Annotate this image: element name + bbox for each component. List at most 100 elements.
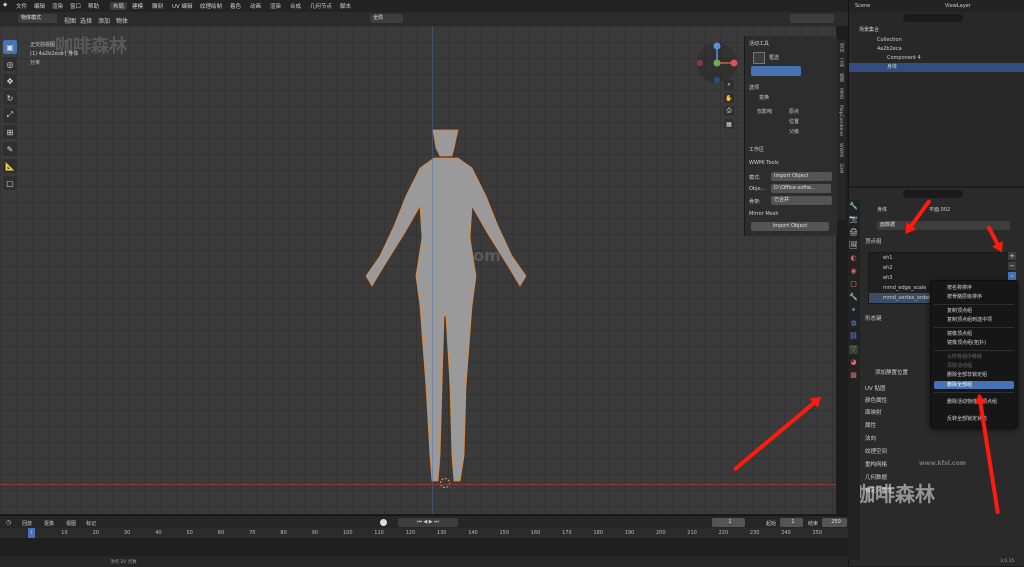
menu-view[interactable]: 视图 bbox=[64, 16, 76, 25]
material-tab-icon[interactable]: ◕ bbox=[849, 358, 858, 367]
menu-keying[interactable]: 抠像 bbox=[44, 520, 54, 527]
tab-tool[interactable]: 工具 bbox=[838, 58, 844, 67]
import-object-button[interactable]: Import Object bbox=[751, 222, 829, 231]
output-tab-icon[interactable]: 🖨 bbox=[849, 228, 858, 237]
menu-item-copy-to-selected[interactable]: 复制顶点组到选中项 bbox=[934, 316, 1014, 324]
add-group-icon[interactable]: + bbox=[1008, 252, 1016, 260]
tab-scripting[interactable]: 脚本 bbox=[340, 2, 351, 10]
folder-icon[interactable] bbox=[823, 184, 831, 193]
menu-item-delete-all[interactable]: 删除全部组 bbox=[934, 381, 1014, 389]
grid-icon[interactable]: ▦ bbox=[724, 119, 734, 129]
tab-uv[interactable]: UV 编辑 bbox=[172, 2, 193, 10]
view-layer-selector[interactable]: ViewLayer bbox=[945, 3, 971, 9]
menu-item-mirror[interactable]: 镜像顶点组 bbox=[934, 330, 1014, 338]
menu-window[interactable]: 窗口 bbox=[70, 2, 81, 10]
menu-help[interactable]: 帮助 bbox=[88, 2, 99, 10]
vertex-groups-header[interactable]: 顶点组 bbox=[865, 237, 882, 245]
tab-mmd[interactable]: MMD bbox=[838, 88, 843, 99]
start-frame-field[interactable]: 1 bbox=[780, 518, 803, 527]
tab-rendering[interactable]: 渲染 bbox=[270, 2, 281, 10]
tab-mapcombiner[interactable]: MapCombiner bbox=[838, 105, 843, 136]
select-box-tool-icon[interactable]: ▣ bbox=[3, 40, 17, 54]
scene-tab-icon[interactable]: ◐ bbox=[849, 254, 858, 263]
modifier-tab-icon[interactable]: 🔧 bbox=[849, 293, 858, 302]
origins-checkbox[interactable]: 原点 bbox=[789, 108, 799, 115]
menu-item-delete-unlocked[interactable]: 删除全部非锁定组 bbox=[934, 371, 1014, 379]
particles-tab-icon[interactable]: ✦ bbox=[849, 306, 858, 315]
timeline-track-area[interactable] bbox=[0, 538, 848, 556]
object-path-field[interactable]: D:\Office-softw... bbox=[771, 184, 824, 193]
physics-tab-icon[interactable]: ◍ bbox=[849, 319, 858, 328]
section-uv-maps[interactable]: UV 贴图 bbox=[865, 384, 886, 392]
timeline-ruler[interactable]: 1 10 20 30 40 50 60 70 80 90 100 110 120 130 140 150 160… bbox=[0, 528, 848, 538]
menu-item-sort-name[interactable]: 按名称排序 bbox=[934, 284, 1014, 292]
tab-geometry-nodes[interactable]: 几何节点 bbox=[310, 2, 332, 10]
scale-tool-icon[interactable]: ⤢ bbox=[3, 108, 17, 122]
tab-layout[interactable]: 布局 bbox=[110, 2, 128, 10]
pan-hand-icon[interactable]: ✋ bbox=[724, 93, 734, 103]
specials-menu-icon[interactable]: ⌄ bbox=[1008, 272, 1016, 280]
parents-checkbox[interactable]: 父级 bbox=[789, 128, 799, 135]
list-item[interactable]: eh1 bbox=[869, 253, 1009, 263]
move-tool-icon[interactable]: ✥ bbox=[3, 74, 17, 88]
menu-edit[interactable]: 编辑 bbox=[34, 2, 45, 10]
scene-selector[interactable]: Scene bbox=[855, 3, 870, 9]
outliner-item-4a2b2eca[interactable]: 4a2b2eca bbox=[849, 45, 1024, 54]
mode-dropdown[interactable]: Import Object bbox=[771, 172, 832, 181]
menu-select[interactable]: 选择 bbox=[80, 16, 92, 25]
section-texture-space[interactable]: 纹理空间 bbox=[865, 447, 887, 455]
menu-view[interactable]: 视图 bbox=[66, 520, 76, 527]
section-normals[interactable]: 法向 bbox=[865, 434, 876, 442]
menu-item-copy[interactable]: 复制顶点组 bbox=[934, 307, 1014, 315]
add-cube-tool-icon[interactable]: ▢ bbox=[3, 176, 17, 190]
zoom-icon[interactable]: ⌕ bbox=[724, 80, 734, 90]
menu-item-sort-bone[interactable]: 按骨骼层级排序 bbox=[934, 293, 1014, 301]
tab-wwmi[interactable]: WWMI bbox=[838, 143, 843, 157]
rotate-tool-icon[interactable]: ↻ bbox=[3, 91, 17, 105]
section-color-attributes[interactable]: 颜色属性 bbox=[865, 396, 887, 404]
world-tab-icon[interactable]: ◉ bbox=[849, 267, 858, 276]
menu-add[interactable]: 添加 bbox=[98, 16, 110, 25]
workspace-header[interactable]: 工作区 bbox=[749, 146, 764, 153]
mode-dropdown[interactable]: 物体模式 bbox=[18, 14, 57, 23]
tab-compositing[interactable]: 合成 bbox=[290, 2, 301, 10]
tab-shading[interactable]: 着色 bbox=[230, 2, 241, 10]
playback-controls[interactable]: ⏮ ◀ ▶ ⏭ bbox=[398, 518, 458, 527]
scene-collection-row[interactable]: 场景集合 bbox=[849, 26, 1024, 35]
timeline-editor-icon[interactable]: ◷ bbox=[6, 519, 11, 526]
active-tool-header[interactable]: 活动工具 bbox=[749, 40, 769, 47]
properties-search-input[interactable] bbox=[903, 190, 963, 198]
transform-tool-icon[interactable]: ⊞ bbox=[3, 125, 17, 139]
tool-tab-icon[interactable]: 🔧 bbox=[849, 202, 858, 211]
outliner-item-collection[interactable]: Collection bbox=[849, 36, 1024, 45]
slot-dropdown[interactable]: 已合并 bbox=[771, 196, 832, 205]
transform-orientation-dropdown[interactable]: 全局 bbox=[370, 14, 403, 23]
options-header[interactable]: 选项 bbox=[749, 84, 759, 91]
3d-viewport[interactable]: 正交前视图 (1) 4a2b2eca | 身体 分米 咖啡森林 kfsl.com… bbox=[0, 26, 836, 514]
list-item[interactable]: eh2 bbox=[869, 263, 1009, 273]
transform-subheader[interactable]: 变换 bbox=[759, 94, 769, 101]
menu-item-mirror-topology[interactable]: 镜像顶点组(拓扑) bbox=[934, 339, 1014, 347]
menu-render[interactable]: 渲染 bbox=[52, 2, 63, 10]
current-frame-field[interactable]: 1 bbox=[712, 518, 745, 527]
locations-checkbox[interactable]: 位置 bbox=[789, 118, 799, 125]
add-rest-position-checkbox[interactable]: 添加静置位置 bbox=[875, 368, 908, 376]
tab-animation[interactable]: 动画 bbox=[250, 2, 261, 10]
outliner-item-body[interactable]: 身体 bbox=[849, 63, 1024, 72]
outliner-item-component4[interactable]: Component 4 bbox=[849, 54, 1024, 63]
select-mode-buttons[interactable] bbox=[751, 66, 801, 76]
cursor-tool-icon[interactable]: ◎ bbox=[3, 57, 17, 71]
section-remesh[interactable]: 重构网格 bbox=[865, 460, 887, 468]
menu-item-invert-locks[interactable]: 反转全部锁定状态 bbox=[934, 415, 1014, 423]
tab-sculpt[interactable]: 雕刻 bbox=[152, 2, 163, 10]
tab-3dm[interactable]: 3DM bbox=[838, 163, 843, 173]
tab-view[interactable]: 视图 bbox=[838, 73, 844, 82]
measure-tool-icon[interactable]: 📐 bbox=[3, 159, 17, 173]
tab-item[interactable]: 项目 bbox=[838, 43, 844, 52]
mirror-mesh-checkbox[interactable]: Mirror Mesh bbox=[749, 211, 779, 217]
tab-texture-paint[interactable]: 纹理绘制 bbox=[200, 2, 222, 10]
remove-group-icon[interactable]: − bbox=[1008, 262, 1016, 270]
menu-file[interactable]: 文件 bbox=[16, 2, 27, 10]
menu-object[interactable]: 物体 bbox=[116, 16, 128, 25]
view-layer-tab-icon[interactable]: 🖼 bbox=[849, 241, 858, 250]
